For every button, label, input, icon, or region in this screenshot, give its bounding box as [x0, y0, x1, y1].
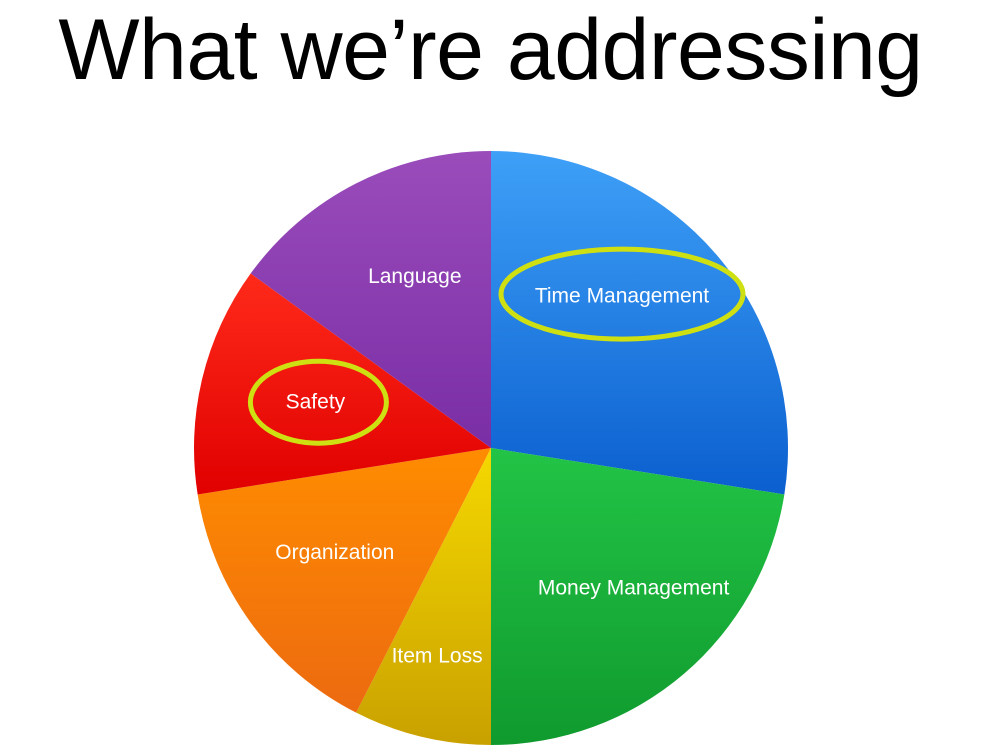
pie-chart: Time Management Money Management Item Loss… — [194, 151, 788, 745]
pie-label-language: Language — [368, 265, 461, 288]
pie-label-organization: Organization — [275, 541, 394, 564]
pie-label-safety: Safety — [286, 391, 346, 414]
pie-label-money-management: Money Management — [538, 577, 730, 600]
pie-slices — [194, 151, 788, 745]
pie-label-item-loss: Item Loss — [392, 644, 483, 667]
pie-label-time-management: Time Management — [535, 285, 709, 308]
pie-slice-time-management — [491, 151, 788, 495]
